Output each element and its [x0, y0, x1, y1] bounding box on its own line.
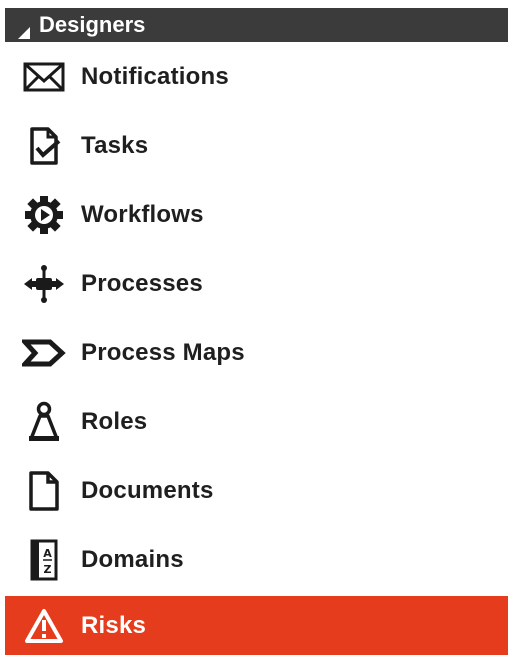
- designers-panel: Designers Notifications Tasks Workflows …: [0, 0, 509, 655]
- section-title: Designers: [39, 12, 146, 37]
- svg-text:A: A: [43, 547, 52, 560]
- nav-item-process-maps[interactable]: Process Maps: [5, 318, 508, 387]
- nav-item-domains[interactable]: A Z Domains: [5, 525, 508, 594]
- domains-az-icon: A Z: [19, 539, 69, 580]
- nav-item-roles[interactable]: Roles: [5, 387, 508, 456]
- section-header-designers[interactable]: Designers: [5, 8, 508, 42]
- svg-text:Z: Z: [44, 563, 52, 576]
- nav-item-label: Processes: [81, 269, 203, 297]
- nav-item-label: Domains: [81, 545, 184, 573]
- nav-item-notifications[interactable]: Notifications: [5, 42, 508, 111]
- nav-item-risks[interactable]: Risks: [5, 596, 508, 655]
- task-document-icon: [19, 126, 69, 166]
- nav-item-documents[interactable]: Documents: [5, 456, 508, 525]
- nav-item-label: Risks: [81, 612, 147, 639]
- warning-triangle-icon: [19, 606, 69, 646]
- nav-item-tasks[interactable]: Tasks: [5, 111, 508, 180]
- gear-play-icon: [19, 195, 69, 235]
- designers-nav-list: Notifications Tasks Workflows Processes …: [5, 42, 508, 655]
- person-icon: [19, 401, 69, 442]
- nav-item-workflows[interactable]: Workflows: [5, 180, 508, 249]
- nav-item-label: Workflows: [81, 200, 204, 228]
- nav-item-label: Notifications: [81, 62, 229, 90]
- nav-item-label: Process Maps: [81, 338, 245, 366]
- nav-item-processes[interactable]: Processes: [5, 249, 508, 318]
- process-flow-icon: [19, 264, 69, 304]
- nav-item-label: Roles: [81, 407, 148, 435]
- triangle-down-icon: [17, 20, 31, 39]
- process-map-chevron-icon: [19, 333, 69, 373]
- nav-item-label: Documents: [81, 476, 214, 504]
- envelope-icon: [19, 57, 69, 97]
- nav-item-label: Tasks: [81, 131, 149, 159]
- document-icon: [19, 470, 69, 511]
